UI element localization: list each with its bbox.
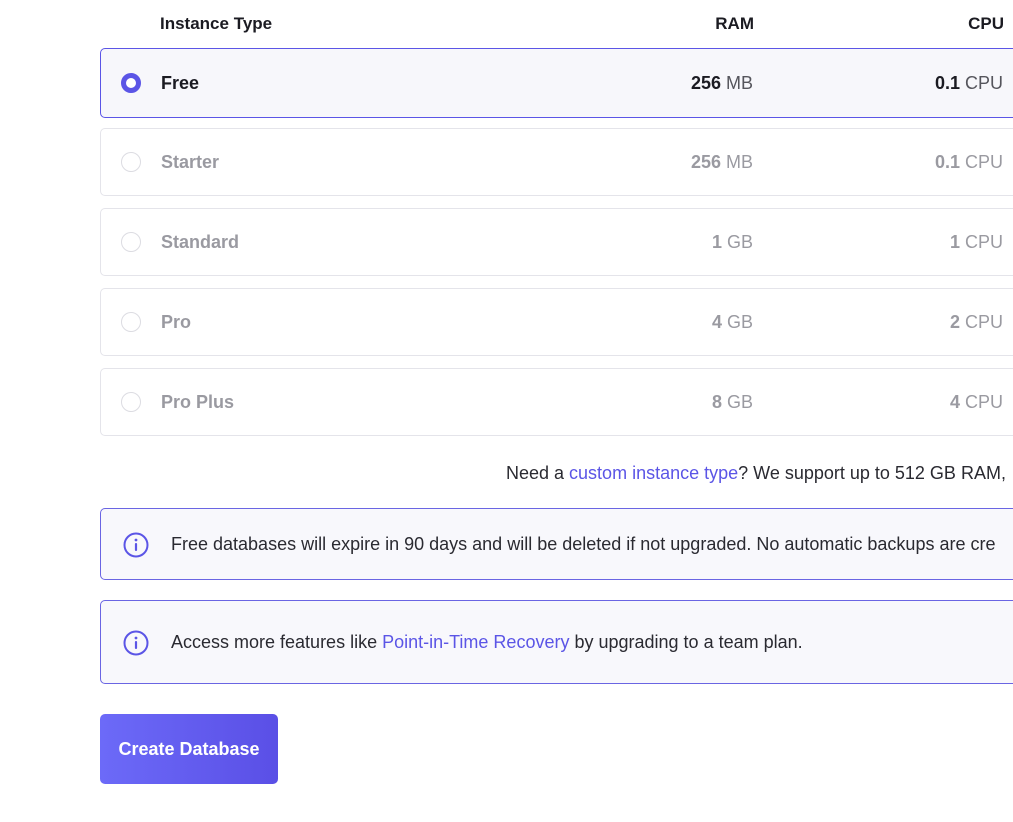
ram-amount: 8 GB [712, 392, 753, 413]
cpu-value: 1 [949, 232, 960, 252]
cpu-amount: 0.1 CPU [935, 152, 1003, 173]
custom-note-prefix: Need a [506, 463, 570, 483]
cpu-unit: CPU [964, 232, 1003, 252]
features-suffix: by upgrading to a team plan. [569, 632, 803, 652]
ram-value: 8 [711, 392, 722, 412]
instance-name: Pro Plus [161, 392, 235, 412]
instance-name: Starter [161, 152, 220, 172]
team-plan-notice-text: Access more features like Point-in-Time … [171, 632, 803, 653]
instance-name: Standard [161, 232, 240, 252]
header-instance-type: Instance Type [160, 14, 273, 33]
header-ram: RAM [715, 14, 754, 33]
custom-instance-type-link[interactable]: custom instance type [569, 463, 738, 483]
ram-unit: GB [726, 232, 753, 252]
cpu-unit: CPU [964, 392, 1003, 412]
instance-name: Pro [161, 312, 192, 332]
point-in-time-recovery-link[interactable]: Point-in-Time Recovery [382, 632, 569, 652]
create-database-button[interactable]: Create Database [100, 714, 278, 784]
ram-value: 256 [690, 152, 721, 172]
radio-button[interactable] [121, 152, 141, 172]
ram-unit: MB [726, 152, 753, 172]
radio-button[interactable] [121, 392, 141, 412]
cpu-unit: CPU [964, 312, 1003, 332]
cpu-amount: 2 CPU [950, 312, 1003, 333]
instance-row-pro-plus[interactable]: Pro Plus 8 GB 4 CPU [100, 368, 1013, 436]
cpu-amount: 0.1 CPU [935, 73, 1003, 94]
ram-unit: GB [726, 392, 753, 412]
ram-value: 1 [711, 232, 722, 252]
cpu-value: 0.1 [934, 73, 960, 93]
cpu-amount: 4 CPU [950, 392, 1003, 413]
instance-row-free[interactable]: Free 256 MB 0.1 CPU [100, 48, 1013, 118]
header-cpu: CPU [968, 14, 1004, 33]
features-prefix: Access more features like [171, 632, 383, 652]
cpu-value: 2 [949, 312, 960, 332]
ram-amount: 4 GB [712, 312, 753, 333]
cpu-unit: CPU [964, 152, 1003, 172]
ram-value: 4 [711, 312, 722, 332]
ram-unit: GB [726, 312, 753, 332]
ram-unit: MB [726, 73, 753, 93]
info-icon [123, 532, 149, 558]
cpu-amount: 1 CPU [950, 232, 1003, 253]
instance-row-standard[interactable]: Standard 1 GB 1 CPU [100, 208, 1013, 276]
ram-value: 256 [690, 73, 721, 93]
radio-button[interactable] [121, 232, 141, 252]
info-icon [123, 630, 149, 656]
radio-button[interactable] [121, 312, 141, 332]
cpu-value: 0.1 [934, 152, 960, 172]
ram-amount: 1 GB [712, 232, 753, 253]
ram-amount: 256 MB [691, 73, 753, 94]
custom-instance-note: Need a custom instance type? We support … [506, 463, 1006, 484]
expiry-notice-text: Free databases will expire in 90 days an… [171, 534, 996, 554]
radio-button-selected[interactable] [121, 73, 141, 93]
instance-table-header: Instance Type RAM CPU [100, 0, 1013, 48]
page: Instance Type RAM CPU Free 256 MB 0.1 CP… [0, 0, 1013, 822]
team-plan-notice: Access more features like Point-in-Time … [100, 600, 1013, 684]
cpu-value: 4 [949, 392, 960, 412]
ram-amount: 256 MB [691, 152, 753, 173]
instance-row-starter[interactable]: Starter 256 MB 0.1 CPU [100, 128, 1013, 196]
instance-row-pro[interactable]: Pro 4 GB 2 CPU [100, 288, 1013, 356]
cpu-unit: CPU [964, 73, 1003, 93]
instance-name: Free [161, 73, 200, 93]
custom-note-suffix: ? We support up to 512 GB RAM, [738, 463, 1006, 483]
free-expiry-notice: Free databases will expire in 90 days an… [100, 508, 1013, 580]
